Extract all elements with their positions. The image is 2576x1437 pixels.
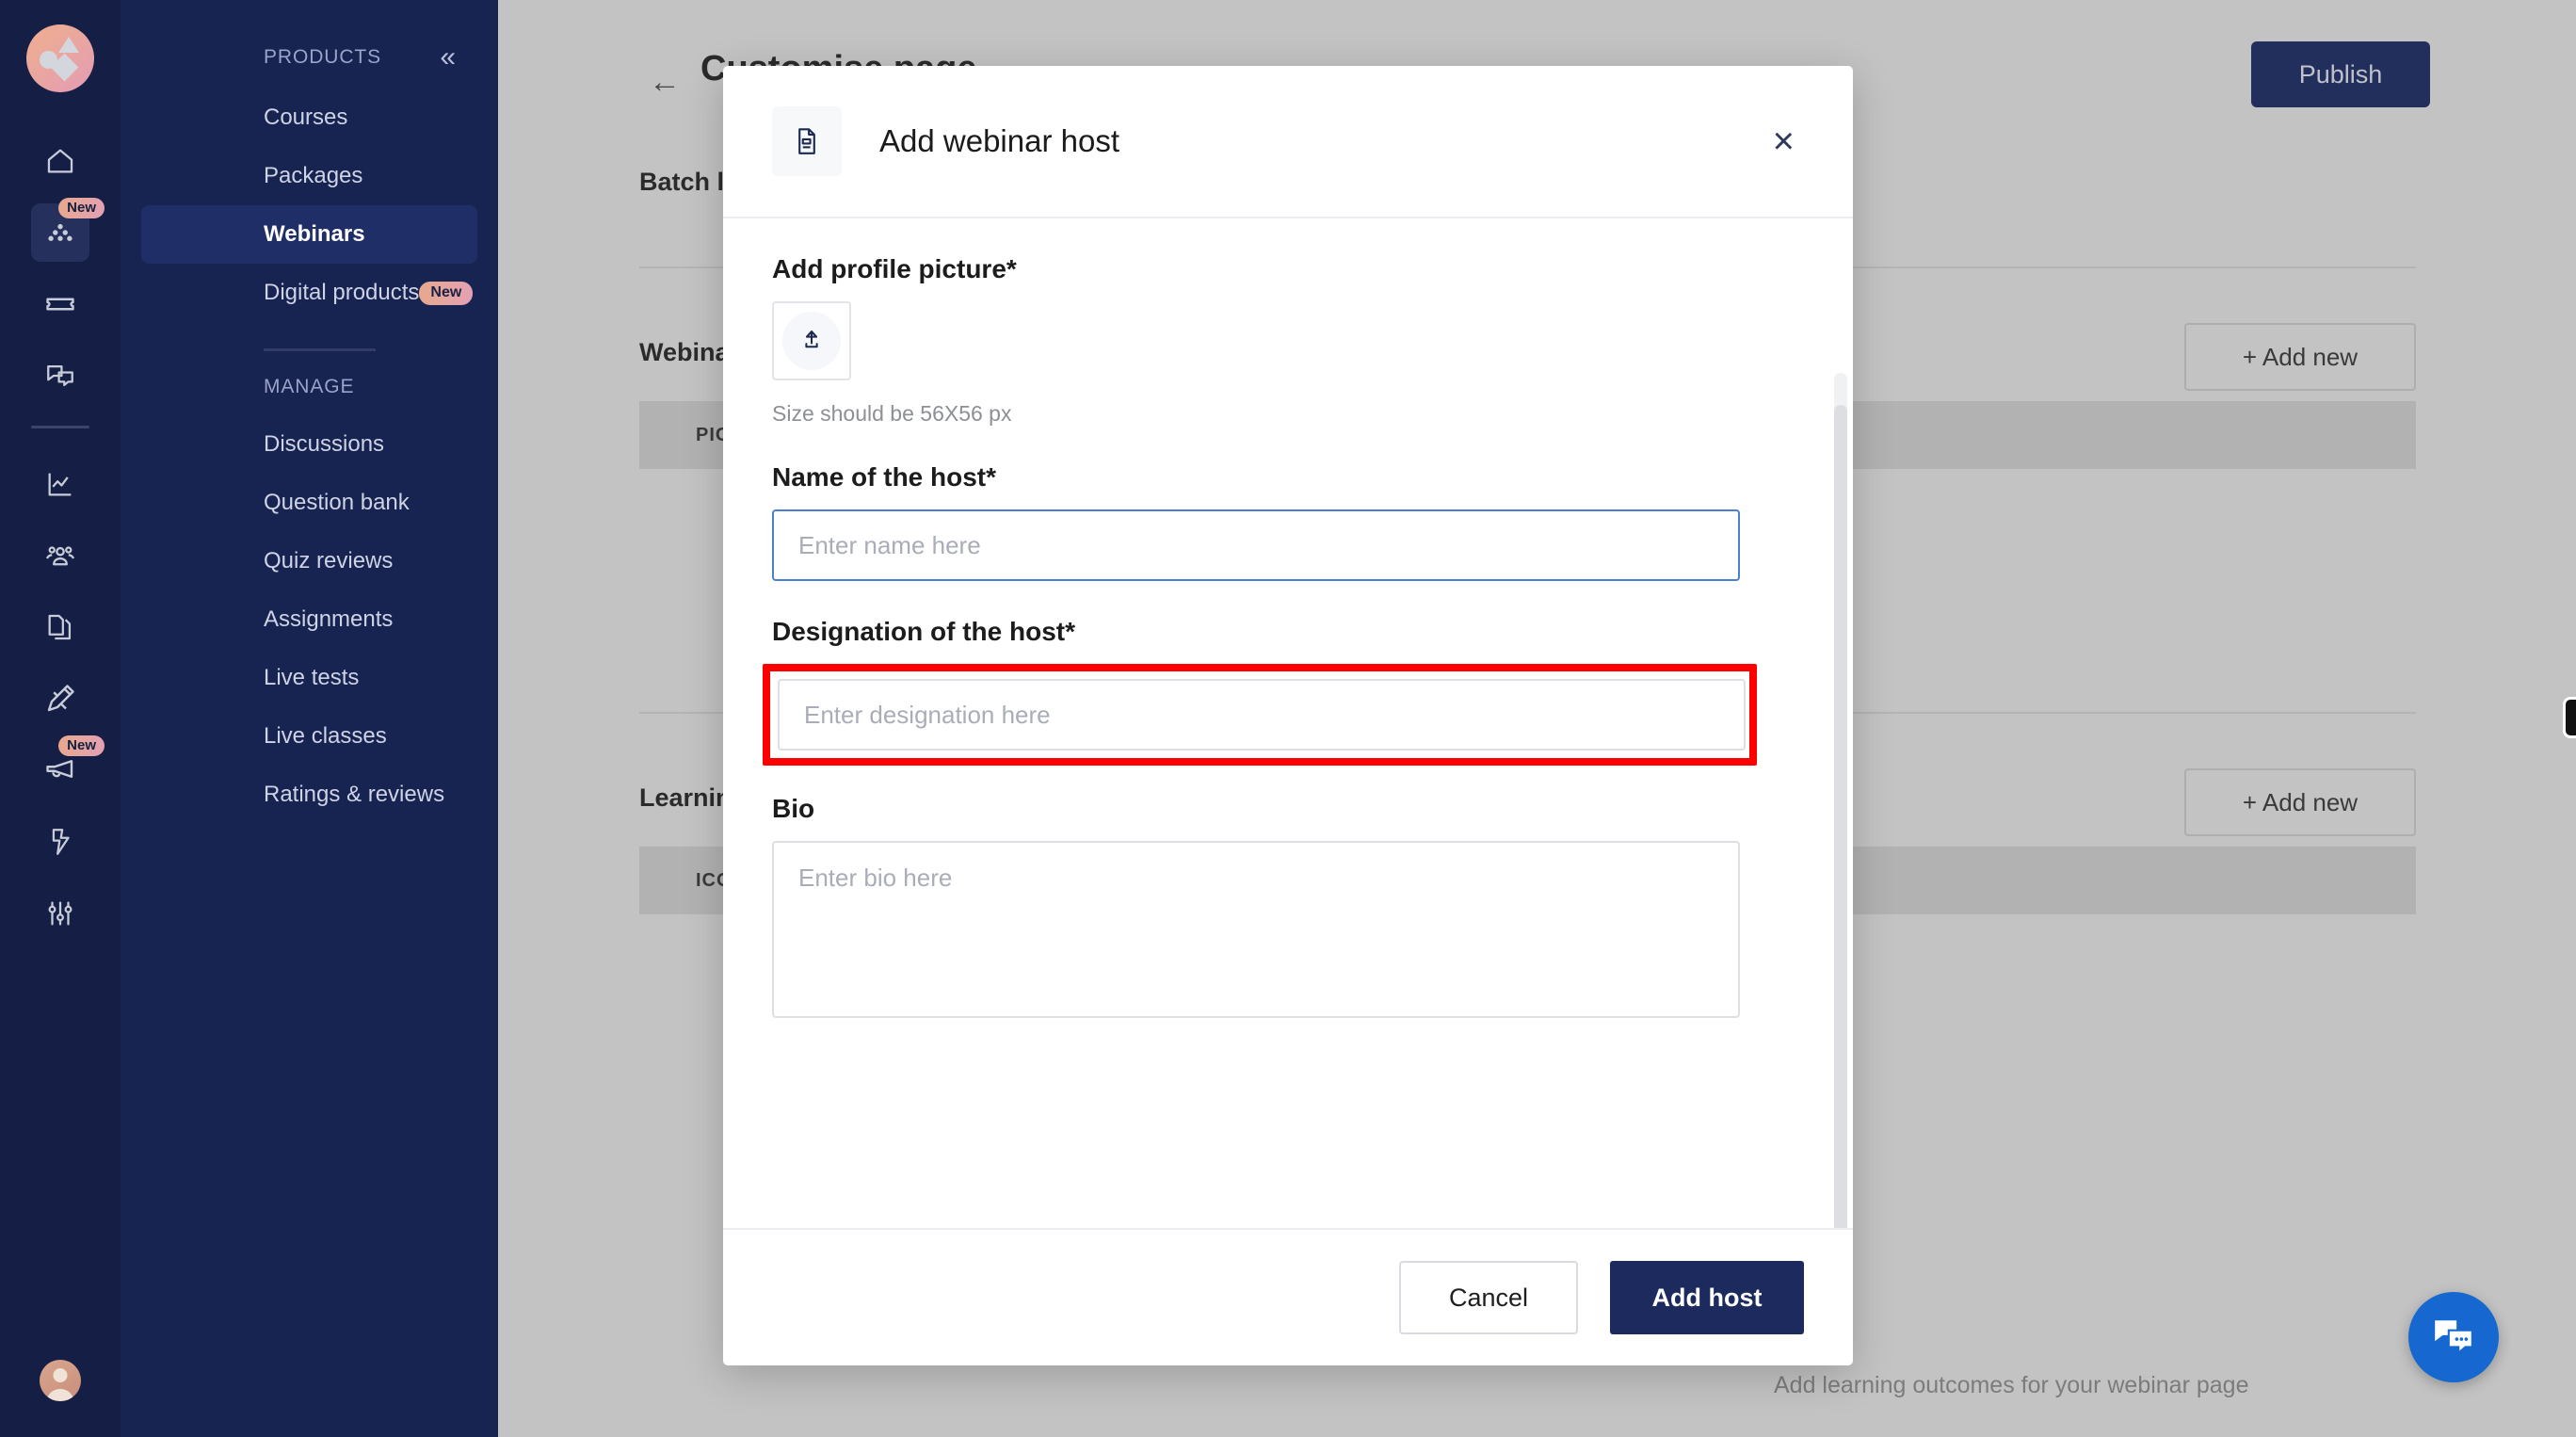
users-group-icon[interactable] — [31, 526, 89, 585]
lightning-bolt-icon[interactable] — [31, 813, 89, 871]
name-field-label: Name of the host* — [772, 462, 997, 492]
new-badge: New — [419, 281, 474, 305]
designation-input[interactable] — [778, 679, 1746, 751]
collapse-sidebar-button[interactable]: « — [440, 43, 456, 72]
modal-footer: Cancel Add host — [723, 1228, 1853, 1365]
add-new-outcome-button[interactable]: + Add new — [2184, 768, 2416, 836]
modal-title: Add webinar host — [879, 123, 1119, 158]
new-badge: New — [58, 735, 105, 757]
subnav-header: PRODUCTS « — [121, 0, 498, 72]
section-title-products: PRODUCTS — [264, 46, 382, 68]
publish-button[interactable]: Publish — [2251, 41, 2430, 107]
sidebar-item-label: Question bank — [264, 490, 410, 515]
rail-divider — [31, 426, 89, 428]
sidebar-item-label: Webinars — [264, 221, 365, 247]
modal-header: Add webinar host × — [723, 66, 1853, 218]
app-root: ← Customise page Publish Batch limit Web… — [0, 0, 2576, 1437]
designation-field-label: Designation of the host* — [772, 617, 1075, 646]
add-webinar-host-modal: Add webinar host × Add profile picture* — [723, 66, 1853, 1365]
name-field-group: Name of the host* — [772, 462, 1804, 581]
section-title-manage: MANAGE — [264, 376, 355, 397]
new-badge: New — [58, 198, 105, 219]
upload-arrow-icon — [782, 312, 841, 370]
sidebar-item-label: Live tests — [264, 665, 360, 690]
bio-field-group: Bio — [772, 794, 1804, 1018]
megaphone-icon[interactable]: New — [31, 735, 105, 799]
sidebar-item-label: Live classes — [264, 723, 387, 749]
sliders-settings-icon[interactable] — [31, 884, 89, 943]
documents-copy-icon[interactable] — [31, 598, 89, 656]
ticket-icon[interactable] — [31, 275, 89, 333]
products-dots-icon[interactable]: New — [31, 198, 105, 262]
bio-field-label: Bio — [772, 794, 815, 823]
sidebar-item-digital-products[interactable]: Digital products New — [141, 264, 477, 322]
icon-rail: New New — [0, 0, 121, 1437]
back-arrow-icon[interactable]: ← — [649, 64, 681, 101]
footer-hint-text: Add learning outcomes for your webinar p… — [1774, 1372, 2249, 1398]
modal-scrollbar-thumb[interactable] — [1834, 405, 1847, 1228]
sidebar-item-live-classes[interactable]: Live classes — [141, 707, 477, 766]
sidebar-item-packages[interactable]: Packages — [141, 147, 477, 205]
name-input[interactable] — [772, 509, 1740, 581]
home-icon[interactable] — [31, 132, 89, 190]
brand-logo[interactable] — [26, 24, 94, 92]
profile-picture-hint: Size should be 56X56 px — [772, 401, 1012, 426]
modal-scrollbar[interactable] — [1834, 373, 1847, 1228]
sidebar-item-label: Discussions — [264, 431, 385, 457]
chat-support-icon[interactable] — [2408, 1292, 2499, 1382]
add-host-button[interactable]: Add host — [1610, 1261, 1804, 1334]
nav-group-products: Courses Packages Webinars Digital produc… — [121, 89, 498, 322]
designation-field-group: Designation of the host* — [763, 617, 1804, 766]
sidebar-item-label: Digital products — [264, 280, 420, 305]
sidebar-item-live-tests[interactable]: Live tests — [141, 649, 477, 707]
sidebar-item-label: Packages — [264, 163, 363, 188]
profile-picture-group: Add profile picture* Size should be 56X5… — [772, 254, 1804, 427]
sidebar-item-label: Ratings & reviews — [264, 782, 445, 807]
nav-group-manage: Discussions Question bank Quiz reviews A… — [121, 415, 498, 824]
sidebar-item-courses[interactable]: Courses — [141, 89, 477, 147]
sidebar-subnav: PRODUCTS « Courses Packages Webinars Dig… — [121, 0, 498, 1437]
profile-picture-upload-button[interactable] — [772, 301, 851, 380]
sidebar-item-discussions[interactable]: Discussions — [141, 415, 477, 474]
sidebar-item-question-bank[interactable]: Question bank — [141, 474, 477, 532]
sidebar-item-webinars[interactable]: Webinars — [141, 205, 477, 264]
close-icon[interactable]: × — [1763, 117, 1804, 166]
modal-body: Add profile picture* Size should be 56X5… — [723, 218, 1853, 1228]
sidebar-item-ratings-reviews[interactable]: Ratings & reviews — [141, 766, 477, 824]
page-edge-handle[interactable] — [2563, 697, 2576, 738]
user-avatar[interactable] — [40, 1360, 81, 1401]
analytics-chart-icon[interactable] — [31, 455, 89, 513]
pencil-ruler-icon[interactable] — [31, 670, 89, 728]
add-new-host-button[interactable]: + Add new — [2184, 323, 2416, 391]
profile-picture-label: Add profile picture* — [772, 254, 1017, 283]
sidebar-item-label: Assignments — [264, 606, 394, 632]
sidebar-item-quiz-reviews[interactable]: Quiz reviews — [141, 532, 477, 590]
sidebar-item-assignments[interactable]: Assignments — [141, 590, 477, 649]
sidebar-item-label: Quiz reviews — [264, 548, 394, 573]
cancel-button[interactable]: Cancel — [1399, 1261, 1578, 1334]
chat-bubbles-icon[interactable] — [31, 347, 89, 405]
logo-triangle-shape — [58, 37, 79, 53]
sidebar-item-label: Courses — [264, 105, 348, 130]
highlight-box — [763, 664, 1757, 766]
bio-textarea[interactable] — [772, 841, 1740, 1018]
document-form-icon — [772, 106, 842, 176]
